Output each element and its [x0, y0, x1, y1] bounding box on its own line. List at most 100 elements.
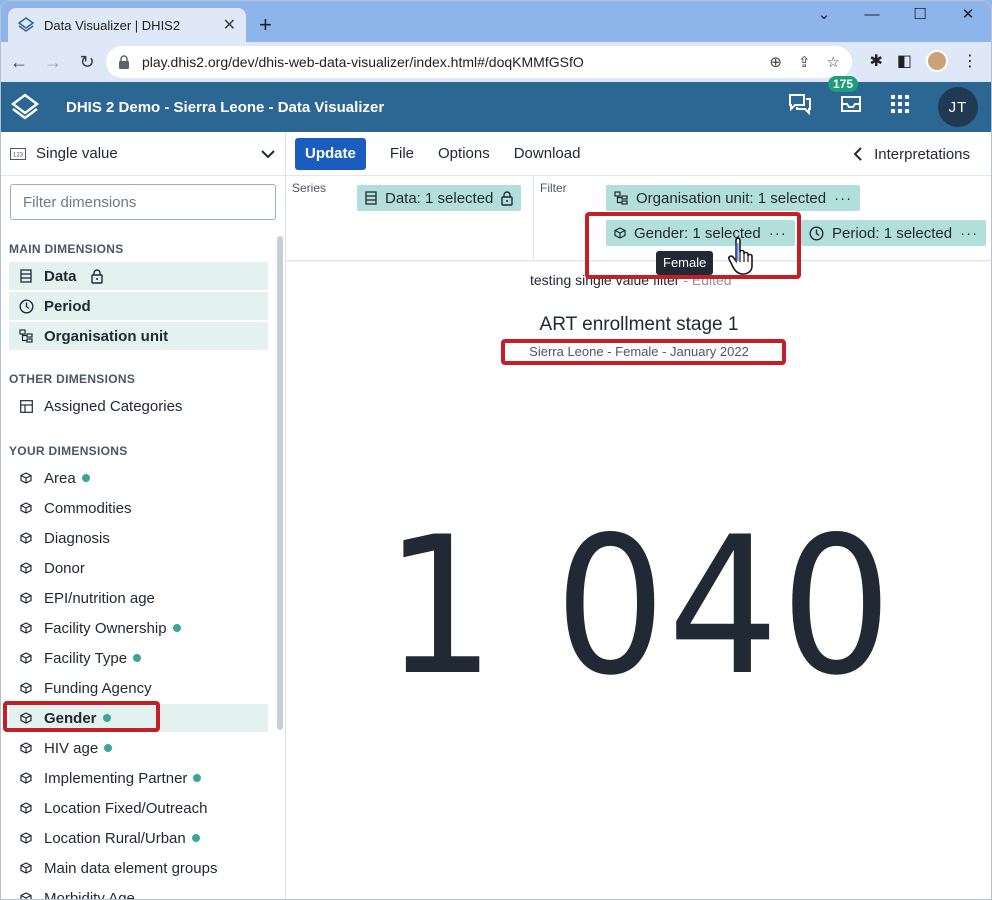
dimension-label: Location Fixed/Outreach [44, 799, 208, 817]
back-icon[interactable]: ← [4, 52, 34, 73]
dimension-funding-agency[interactable]: Funding Agency [9, 674, 268, 702]
share-icon[interactable]: ⇪ [798, 53, 811, 71]
visualization-type-label: Single value [36, 145, 118, 162]
download-menu[interactable]: Download [514, 145, 581, 162]
has-values-indicator [193, 774, 202, 782]
dimension-location-rural-urban[interactable]: Location Rural/Urban [9, 824, 268, 852]
dimension-assigned-categories[interactable]: Assigned Categories [9, 392, 268, 420]
dimension-label: Organisation unit [44, 327, 169, 345]
visualization-title: ART enrollment stage 1 [539, 314, 739, 335]
window-controls: ⌄ — ☐ ✕ [800, 0, 992, 32]
organisation-unit-chip-label: Organisation unit: 1 selected [636, 189, 827, 207]
interpretations-toggle[interactable]: Interpretations [853, 132, 970, 176]
dimension-implementing-partner[interactable]: Implementing Partner [9, 764, 268, 792]
tab-title: Data Visualizer | DHIS2 [44, 17, 181, 33]
address-bar[interactable]: play.dhis2.org/dev/dhis-web-data-visuali… [106, 46, 852, 78]
data-icon [17, 269, 35, 283]
minimize-icon[interactable]: — [848, 0, 896, 32]
chip-menu-icon[interactable]: ··· [834, 190, 852, 207]
messages-icon[interactable]: 175 [828, 76, 862, 120]
dimension-cube-icon [17, 502, 35, 514]
dimension-main-data-element-groups[interactable]: Main data element groups [9, 854, 268, 882]
dimension-label: Data [44, 267, 77, 285]
interpretations-label: Interpretations [874, 145, 970, 163]
other-dimensions-title: OTHER DIMENSIONS [9, 372, 136, 386]
period-chip[interactable]: Period: 1 selected ··· [801, 220, 987, 246]
filter-dimensions-input[interactable] [10, 184, 276, 220]
dimension-label: Period [44, 297, 91, 315]
zoom-icon[interactable]: ⊕ [769, 53, 782, 71]
has-values-indicator [81, 474, 90, 482]
filter-axis-label: Filter [540, 181, 567, 195]
dimension-label: Funding Agency [44, 679, 152, 697]
your-dimensions-list: Area Commodities Diagnosis Donor EPI/nutriti… [0, 464, 285, 900]
reload-icon[interactable]: ↻ [72, 52, 102, 73]
dimension-label: Location Rural/Urban [44, 829, 186, 847]
lock-icon [90, 268, 103, 284]
data-chip[interactable]: Data: 1 selected [357, 185, 522, 211]
dimension-area[interactable]: Area [9, 464, 268, 492]
dimension-commodities[interactable]: Commodities [9, 494, 268, 522]
dimension-organisation-unit[interactable]: Organisation unit [9, 322, 268, 350]
dimension-cube-icon [17, 892, 35, 900]
dimension-period[interactable]: Period [9, 292, 268, 320]
extensions-icon[interactable]: ✱ [869, 51, 882, 71]
dimension-label: Area [44, 469, 76, 487]
new-tab-icon[interactable]: + [259, 12, 272, 38]
dimension-facility-ownership[interactable]: Facility Ownership [9, 614, 268, 642]
chip-menu-icon[interactable]: ··· [960, 225, 978, 242]
profile-avatar[interactable] [926, 50, 948, 72]
organisation-unit-chip[interactable]: Organisation unit: 1 selected ··· [606, 185, 861, 211]
bookmark-star-icon[interactable]: ☆ [827, 53, 840, 71]
dimension-morbidity-age[interactable]: Morbidity Age [9, 884, 268, 900]
update-button[interactable]: Update [295, 137, 366, 170]
tab-close-icon[interactable]: ✕ [223, 15, 236, 35]
side-panel-icon[interactable]: ◧ [897, 51, 912, 71]
single-value-number: 1 040 [384, 496, 894, 717]
data-icon [365, 191, 377, 205]
dimension-label: Commodities [44, 499, 132, 517]
maximize-icon[interactable]: ☐ [896, 0, 944, 32]
dimension-label: Main data element groups [44, 859, 218, 877]
app-header: DHIS 2 Demo - Sierra Leone - Data Visual… [0, 76, 992, 132]
browser-tab[interactable]: Data Visualizer | DHIS2 ✕ [8, 8, 246, 42]
file-menu[interactable]: File [390, 145, 414, 162]
dimension-label: Implementing Partner [44, 769, 188, 787]
browser-chrome: Data Visualizer | DHIS2 ✕ + ⌄ — ☐ ✕ ← → … [0, 0, 992, 82]
categories-grid-icon [17, 399, 35, 413]
dimension-cube-icon [17, 592, 35, 604]
app-title: DHIS 2 Demo - Sierra Leone - Data Visual… [66, 98, 385, 116]
interpretations-chat-icon[interactable] [788, 93, 812, 121]
dimension-label: Assigned Categories [44, 397, 183, 415]
chevron-down-icon[interactable]: ⌄ [800, 0, 848, 32]
close-window-icon[interactable]: ✕ [944, 0, 992, 32]
dimension-diagnosis[interactable]: Diagnosis [9, 524, 268, 552]
dimension-cube-icon [17, 562, 35, 574]
chevron-down-icon [261, 149, 275, 158]
dimension-label: HIV age [44, 739, 99, 757]
svg-text:123: 123 [13, 152, 24, 158]
dimensions-panel: 123 Single value MAIN DIMENSIONS Data Pe… [0, 132, 286, 900]
apps-grid-icon[interactable] [890, 94, 910, 120]
dimension-cube-icon [17, 772, 35, 784]
dimension-location-fixed-outreach[interactable]: Location Fixed/Outreach [9, 794, 268, 822]
dhis2-logo-icon[interactable] [0, 82, 50, 132]
messages-badge: 175 [828, 76, 859, 92]
dimension-label: Facility Ownership [44, 619, 167, 637]
url-text: play.dhis2.org/dev/dhis-web-data-visuali… [142, 54, 584, 70]
org-unit-icon [17, 329, 35, 343]
dimensions-scrollbar[interactable] [277, 236, 283, 730]
user-avatar[interactable]: JT [938, 87, 978, 127]
visualization-type-selector[interactable]: 123 Single value [0, 132, 285, 176]
lock-icon [119, 55, 129, 69]
dimension-facility-type[interactable]: Facility Type [9, 644, 268, 672]
dimension-donor[interactable]: Donor [9, 554, 268, 582]
forward-icon[interactable]: → [38, 52, 68, 73]
period-chip-label: Period: 1 selected [832, 224, 953, 242]
browser-menu-icon[interactable]: ⋮ [962, 51, 978, 71]
tab-strip: Data Visualizer | DHIS2 ✕ + ⌄ — ☐ ✕ [0, 0, 992, 42]
dimension-hiv-age[interactable]: HIV age [9, 734, 268, 762]
options-menu[interactable]: Options [438, 145, 490, 162]
dimension-epi-nutrition-age[interactable]: EPI/nutrition age [9, 584, 268, 612]
dimension-data[interactable]: Data [9, 262, 268, 290]
